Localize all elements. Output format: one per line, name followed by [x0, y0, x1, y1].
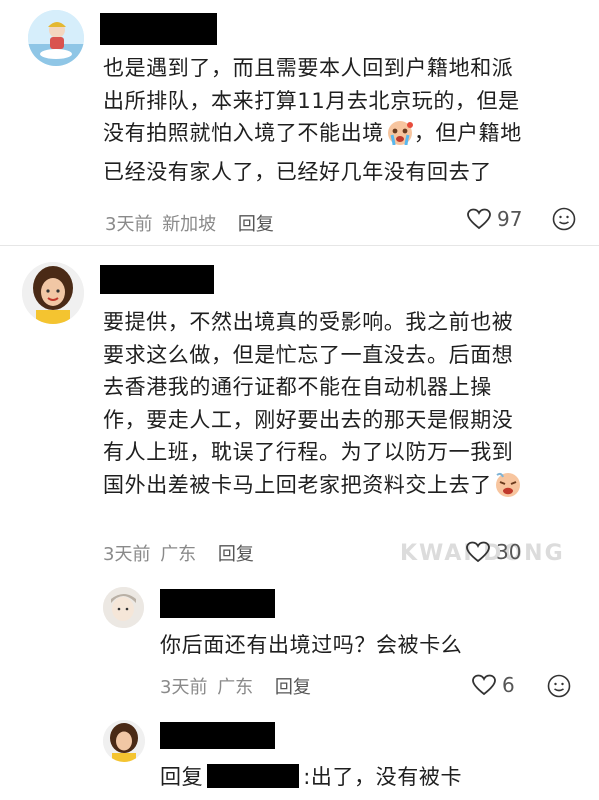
ip-location: 广东	[217, 677, 254, 698]
reply-button[interactable]: 回复	[275, 677, 311, 698]
timestamp: 3天前	[105, 214, 153, 235]
like-button[interactable]: 6	[472, 673, 515, 697]
like-count: 97	[497, 207, 523, 231]
comment-emoji-icon[interactable]	[552, 207, 576, 235]
avatar[interactable]	[103, 720, 145, 762]
divider	[0, 245, 599, 246]
ip-location: 新加坡	[162, 214, 217, 235]
comment-meta: 3天前 新加坡 回复	[105, 210, 274, 236]
avatar[interactable]	[22, 262, 84, 324]
comment-text: 要提供，不然出境真的受影响。我之前也被 要求这么做，但是忙忘了一直没去。后面想 …	[103, 306, 583, 507]
timestamp: 3天前	[160, 677, 208, 698]
redacted-username	[100, 13, 217, 45]
like-count: 6	[502, 673, 515, 697]
heart-icon	[472, 674, 496, 696]
avatar-image	[103, 587, 144, 628]
tired-emoji-icon	[494, 472, 522, 508]
avatar-image	[22, 262, 84, 324]
comment-text: 也是遇到了，而且需要本人回到户籍地和派 出所排队，本来打算11月去北京玩的，但是…	[103, 56, 522, 184]
reply-button[interactable]: 回复	[218, 544, 254, 565]
heart-icon	[467, 208, 491, 230]
heart-icon	[466, 541, 490, 563]
like-button[interactable]: 97	[467, 207, 522, 231]
reply-prefix: 回复	[160, 765, 204, 789]
crying-emoji-icon	[386, 120, 414, 156]
reply-text: 回复:出了，没有被卡	[160, 764, 463, 789]
redacted-username	[100, 265, 214, 294]
redacted-username	[160, 589, 275, 618]
like-button[interactable]: 30	[466, 540, 521, 564]
reply-text: 你后面还有出境过吗？会被卡么	[160, 633, 463, 657]
timestamp: 3天前	[103, 544, 151, 565]
redacted-username	[160, 722, 275, 749]
comment-meta: 3天前 广东 回复	[103, 540, 254, 566]
avatar-image	[103, 720, 145, 762]
avatar-image	[28, 10, 84, 66]
comment-emoji-icon[interactable]	[547, 674, 571, 702]
reply-meta: 3天前 广东 回复	[160, 673, 311, 699]
redacted-mention	[207, 764, 300, 788]
like-count: 30	[496, 540, 522, 564]
reply-button[interactable]: 回复	[238, 214, 274, 235]
avatar[interactable]	[103, 587, 144, 628]
avatar[interactable]	[28, 10, 84, 66]
ip-location: 广东	[160, 544, 197, 565]
